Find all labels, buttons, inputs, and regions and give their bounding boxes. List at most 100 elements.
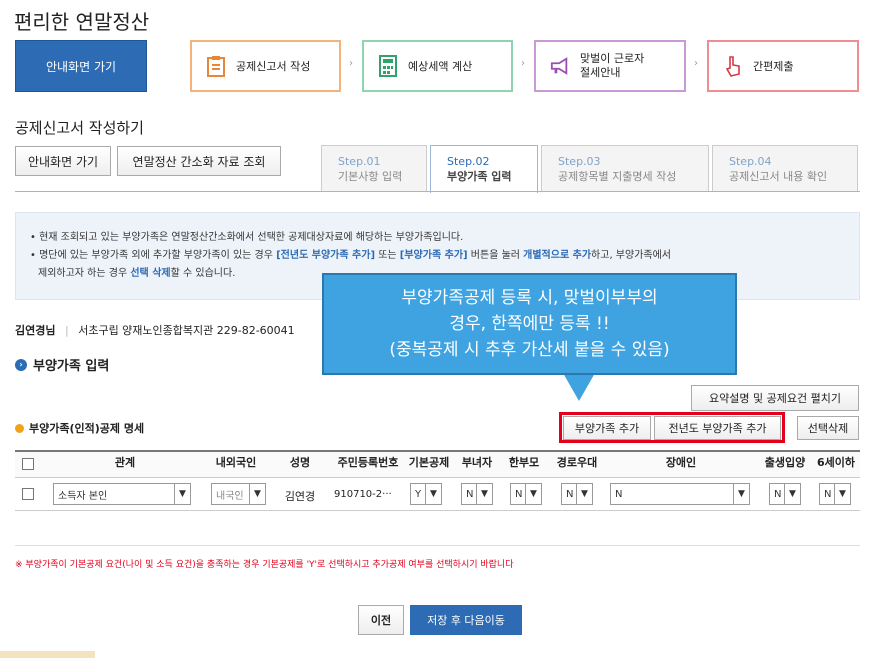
megaphone-icon: [550, 54, 570, 78]
home-guide-button[interactable]: 안내화면 가기: [15, 40, 147, 92]
info-line-2: • 명단에 있는 부양가족 외에 추가할 부양가족이 있는 경우 [전년도 부양…: [30, 250, 672, 261]
chevron-down-icon: ▼: [525, 484, 541, 504]
prev-button[interactable]: 이전: [358, 605, 404, 635]
info-text: 또는: [375, 250, 400, 261]
divider: [15, 545, 860, 546]
separator: |: [64, 324, 69, 337]
info-text: 제외하고자 하는 경우: [38, 268, 131, 279]
single-parent-select[interactable]: N ▼: [510, 483, 542, 505]
info-text: 할 수 있습니다.: [170, 268, 236, 279]
tab-step-01[interactable]: Step.01 기본사항 입력: [321, 145, 427, 192]
corner-decoration: [0, 651, 95, 658]
col-header: 성명: [289, 456, 311, 469]
tab-step-number: Step.01: [338, 155, 381, 168]
info-text: 명단에 있는 부양가족 외에 추가할 부양가족이 있는 경우: [39, 250, 277, 261]
basic-deduction-select[interactable]: Y ▼: [410, 483, 442, 505]
info-text: 하고, 부양가족에서: [591, 250, 672, 261]
info-text: 현재 조회되고 있는 부양가족은 연말정산간소화에서 선택한 공제대상자료에 해…: [39, 232, 464, 243]
chevron-down-icon: ▼: [733, 484, 749, 504]
calculator-icon: [378, 54, 398, 78]
step-card-label: 맞벌이 근로자 절세안내: [580, 52, 645, 79]
col-header: 한부모: [508, 456, 540, 469]
document-icon: [206, 54, 226, 78]
under-six-select[interactable]: N ▼: [819, 483, 851, 505]
chevron-down-icon: ▼: [174, 484, 190, 504]
disabled-select[interactable]: N ▼: [610, 483, 750, 505]
relation-select[interactable]: 소득자 본인 ▼: [53, 483, 191, 505]
tab-step-03[interactable]: Step.03 공제항목별 지출명세 작성: [541, 145, 709, 192]
tab-step-02[interactable]: Step.02 부양가족 입력: [430, 145, 538, 193]
delete-selected-button[interactable]: 선택삭제: [797, 416, 859, 440]
arrow-icon: ›: [694, 58, 698, 69]
save-next-button[interactable]: 저장 후 다음이동: [410, 605, 522, 635]
info-highlight: 개별적으로 추가: [523, 250, 592, 261]
select-all-checkbox[interactable]: [22, 458, 34, 470]
tab-label: 부양가족 입력: [447, 170, 512, 183]
tab-step-number: Step.04: [729, 155, 772, 168]
select-value: N: [774, 488, 782, 500]
callout-tail: [563, 373, 595, 401]
summary-expand-button[interactable]: 요약설명 및 공제요건 펼치기: [691, 385, 859, 411]
user-company: 서초구립 양재노인종합복지관 229-82-60041: [78, 324, 295, 337]
tab-divider: [15, 191, 860, 192]
nationality-select[interactable]: 내국인 ▼: [211, 483, 266, 505]
user-name: 김연경님: [15, 324, 56, 337]
table-title: 부양가족(인적)공제 명세: [15, 420, 144, 436]
select-value: N: [466, 488, 474, 500]
row-checkbox[interactable]: [22, 488, 34, 500]
page-title: 편리한 연말정산: [14, 10, 150, 34]
select-value: Y: [415, 488, 422, 500]
notice-text: ※ 부양가족이 기본공제 요건(나이 및 소득 요건)을 충족하는 경우 기본공…: [15, 560, 514, 570]
elderly-select[interactable]: N ▼: [561, 483, 593, 505]
callout-line: 부양가족공제 등록 시, 맞벌이부부의: [401, 288, 658, 308]
col-header: 출생입양: [764, 456, 806, 469]
step-card-tax-calc[interactable]: 예상세액 계산: [362, 40, 513, 92]
tab-label: 공제신고서 내용 확인: [729, 170, 828, 183]
col-header: 6세이하: [816, 456, 855, 469]
tab-step-number: Step.02: [447, 155, 490, 168]
user-info: 김연경님 | 서초구립 양재노인종합복지관 229-82-60041: [15, 322, 295, 338]
table-title-text: 부양가족(인적)공제 명세: [29, 422, 145, 435]
dependents-heading-text: 부양가족 입력: [33, 359, 110, 374]
info-line-1: • 현재 조회되고 있는 부양가족은 연말정산간소화에서 선택한 공제대상자료에…: [30, 232, 464, 243]
select-value: 내국인: [216, 490, 244, 502]
tab-step-04[interactable]: Step.04 공제신고서 내용 확인: [712, 145, 858, 192]
select-value: N: [515, 488, 523, 500]
arrow-icon: ›: [521, 58, 525, 69]
select-value: 소득자 본인: [58, 490, 108, 502]
col-header: 관계: [114, 456, 136, 469]
col-header: 내외국인: [215, 456, 257, 469]
pointer-hand-icon: [723, 54, 743, 78]
callout-line: (중복공제 시 추후 가산세 붙을 수 있음): [389, 340, 670, 360]
simplified-data-lookup-button[interactable]: 연말정산 간소화 자료 조회: [117, 146, 281, 176]
select-value: N: [566, 488, 574, 500]
info-highlight: 선택 삭제: [130, 268, 171, 279]
callout-box: 부양가족공제 등록 시, 맞벌이부부의 경우, 한쪽에만 등록 !! (중복공제…: [322, 273, 737, 375]
info-highlight: [전년도 부양가족 추가]: [276, 250, 376, 261]
step-card-easy-submit[interactable]: 간편제출: [707, 40, 859, 92]
col-header: 부녀자: [461, 456, 493, 469]
chevron-down-icon: ▼: [249, 484, 265, 504]
step-card-label: 간편제출: [753, 60, 794, 73]
tab-step-number: Step.03: [558, 155, 601, 168]
birth-adoption-select[interactable]: N ▼: [769, 483, 801, 505]
arrow-circle-icon: ›: [15, 358, 27, 371]
step-card-deduction-form[interactable]: 공제신고서 작성: [190, 40, 341, 92]
chevron-down-icon: ▼: [576, 484, 592, 504]
chevron-down-icon: ▼: [784, 484, 800, 504]
tab-label: 공제항목별 지출명세 작성: [558, 170, 677, 183]
section-title: 공제신고서 작성하기: [15, 119, 144, 137]
callout-line: 경우, 한쪽에만 등록 !!: [449, 314, 610, 334]
bullet-icon: [15, 423, 24, 433]
rrn-cell: 910710-2···: [334, 489, 392, 500]
select-value: N: [615, 488, 623, 500]
chevron-down-icon: ▼: [834, 484, 850, 504]
col-header: 주민등록번호: [337, 456, 399, 469]
select-value: N: [824, 488, 832, 500]
woman-select[interactable]: N ▼: [461, 483, 493, 505]
col-header: 장애인: [665, 456, 697, 469]
step-card-dual-income[interactable]: 맞벌이 근로자 절세안내: [534, 40, 686, 92]
name-cell: 김연경: [284, 490, 316, 503]
highlight-box: [559, 412, 785, 443]
guide-button[interactable]: 안내화면 가기: [15, 146, 111, 176]
